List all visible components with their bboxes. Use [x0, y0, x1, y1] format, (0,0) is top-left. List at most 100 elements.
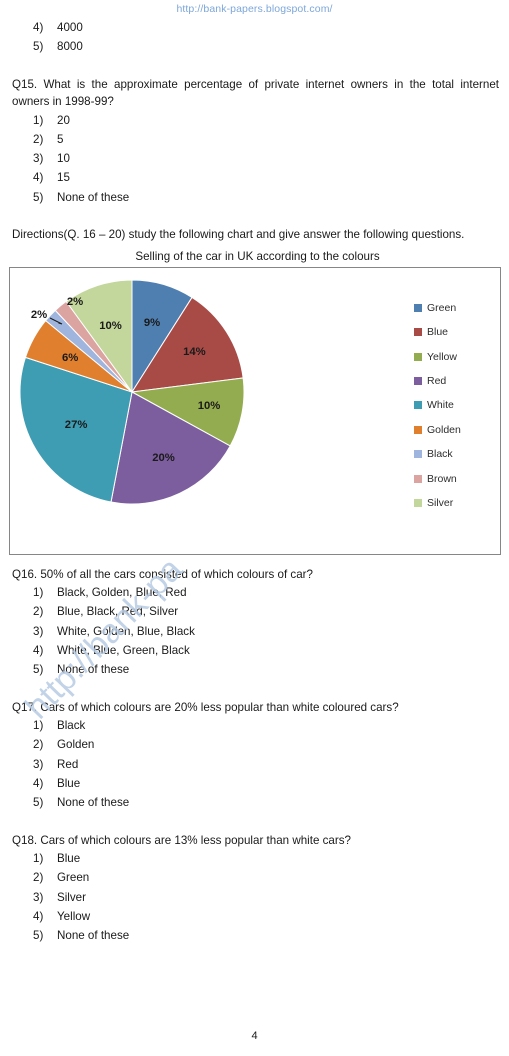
list-item[interactable]: 3) Silver — [0, 888, 509, 907]
pie-svg — [19, 279, 245, 505]
list-item[interactable]: 1) 20 — [0, 111, 509, 130]
option-label: Silver — [57, 890, 86, 904]
legend-label: Green — [427, 301, 457, 314]
legend-swatch-icon — [414, 401, 422, 410]
option-number: 5) — [33, 663, 44, 677]
list-item[interactable]: 2) Blue, Black, Red, Silver — [0, 602, 509, 621]
legend-swatch-icon — [414, 352, 422, 361]
pie-label-blue: 14% — [183, 345, 206, 358]
legend-label: White — [427, 399, 454, 412]
legend-label: Yellow — [427, 350, 457, 363]
legend-item-golden[interactable]: Golden — [414, 418, 492, 442]
list-item[interactable]: 1) Blue — [0, 849, 509, 868]
page-content: 4) 4000 5) 8000 Q15. What is the approxima… — [0, 18, 509, 946]
legend-swatch-icon — [414, 425, 422, 434]
list-item[interactable]: 3) 10 — [0, 149, 509, 168]
legend-item-red[interactable]: Red — [414, 369, 492, 393]
option-label: Red — [57, 757, 79, 771]
option-number: 3) — [33, 152, 44, 166]
list-item[interactable]: 2) Green — [0, 868, 509, 887]
option-label: Golden — [57, 738, 95, 752]
question-text: Q15. What is the approximate percentage … — [12, 77, 499, 109]
option-number: 1) — [33, 113, 44, 127]
option-label: Black — [57, 719, 86, 733]
legend-label: Black — [427, 448, 453, 461]
pie-label-yellow: 10% — [197, 400, 221, 413]
option-number: 4) — [33, 21, 44, 34]
option-number: 1) — [33, 586, 44, 600]
list-item[interactable]: 4) 4000 — [0, 18, 509, 37]
legend-item-brown[interactable]: Brown — [414, 466, 492, 490]
directions-text: Directions(Q. 16 – 20) study the followi… — [12, 228, 465, 242]
pie-label-green: 9% — [143, 316, 161, 329]
list-item[interactable]: 3) Red — [0, 755, 509, 774]
option-label: 10 — [57, 152, 70, 166]
list-item[interactable]: 4) White, Blue, Green, Black — [0, 641, 509, 660]
list-item[interactable]: 5) None of these — [0, 793, 509, 812]
option-label: None of these — [57, 663, 130, 677]
list-item[interactable]: 3) White, Golden, Blue, Black — [0, 622, 509, 641]
chart-frame: 9% 14% 10% 20% 27% 6% 2% 2% 10% Green Blu… — [9, 266, 501, 555]
option-label: 15 — [57, 171, 70, 185]
legend-label: Blue — [427, 326, 449, 339]
document-page: http://bank-papers.blogspot.com/ 4) 4000 … — [0, 0, 509, 1056]
list-item[interactable]: 2) 5 — [0, 130, 509, 149]
legend-label: Brown — [427, 472, 457, 485]
legend-swatch-icon — [414, 303, 422, 312]
legend-item-yellow[interactable]: Yellow — [414, 344, 492, 368]
option-number: 4) — [33, 171, 44, 185]
option-label: 4000 — [57, 21, 83, 34]
list-item[interactable]: 1) Black, Golden, Blue, Red — [0, 583, 509, 602]
pie-label-red: 20% — [152, 452, 175, 465]
option-label: None of these — [57, 929, 130, 943]
legend-item-white[interactable]: White — [414, 393, 492, 417]
legend-item-silver[interactable]: Silver — [414, 491, 492, 515]
option-number: 1) — [33, 852, 44, 866]
legend-swatch-icon — [414, 498, 422, 507]
option-label: White, Blue, Green, Black — [57, 643, 190, 657]
option-label: Yellow — [57, 909, 91, 923]
list-item[interactable]: 5) None of these — [0, 188, 509, 207]
q16-options: 1) Black, Golden, Blue, Red 2) Blue, Black… — [0, 583, 509, 679]
question-17: Q17. Cars of which colours are 20% less … — [0, 699, 509, 813]
list-item[interactable]: 4) 15 — [0, 168, 509, 187]
option-number: 5) — [33, 929, 44, 943]
option-label: Blue — [57, 852, 81, 866]
option-label: Blue, Black, Red, Silver — [57, 605, 179, 619]
list-item[interactable]: 2) Golden — [0, 735, 509, 754]
pie-chart: 9% 14% 10% 20% 27% 6% 2% 2% 10% — [14, 268, 344, 554]
option-number: 3) — [33, 757, 44, 771]
option-number: 1) — [33, 719, 44, 733]
option-number: 5) — [33, 190, 44, 204]
list-item[interactable]: 4) Yellow — [0, 907, 509, 926]
option-label: 20 — [57, 113, 70, 127]
list-item[interactable]: 4) Blue — [0, 774, 509, 793]
option-label: None of these — [57, 190, 130, 204]
question-18: Q18. Cars of which colours are 13% less … — [0, 832, 509, 946]
list-item[interactable]: 1) Black — [0, 716, 509, 735]
option-number: 4) — [33, 776, 44, 790]
list-item[interactable]: 5) None of these — [0, 926, 509, 945]
legend-swatch-icon — [414, 376, 422, 385]
list-item[interactable]: 5) 8000 — [0, 37, 509, 56]
option-number: 3) — [33, 890, 44, 904]
option-label: Black, Golden, Blue, Red — [57, 586, 187, 600]
legend-item-blue[interactable]: Blue — [414, 320, 492, 344]
pie-label-golden: 6% — [62, 351, 79, 364]
legend-item-green[interactable]: Green — [414, 296, 492, 320]
option-label: Green — [57, 871, 90, 885]
option-label: White, Golden, Blue, Black — [57, 624, 195, 638]
list-item[interactable]: 5) None of these — [0, 660, 509, 679]
legend-label: Silver — [427, 496, 454, 509]
header-url: http://bank-papers.blogspot.com/ — [176, 3, 333, 15]
option-number: 2) — [33, 738, 44, 752]
legend-item-black[interactable]: Black — [414, 442, 492, 466]
page-number: 4 — [251, 1030, 258, 1042]
question-16: Q16. 50% of all the cars consisted of wh… — [0, 566, 509, 680]
legend-swatch-icon — [414, 450, 422, 459]
option-number: 5) — [33, 40, 44, 54]
option-number: 2) — [33, 132, 44, 146]
option-number: 3) — [33, 624, 44, 638]
